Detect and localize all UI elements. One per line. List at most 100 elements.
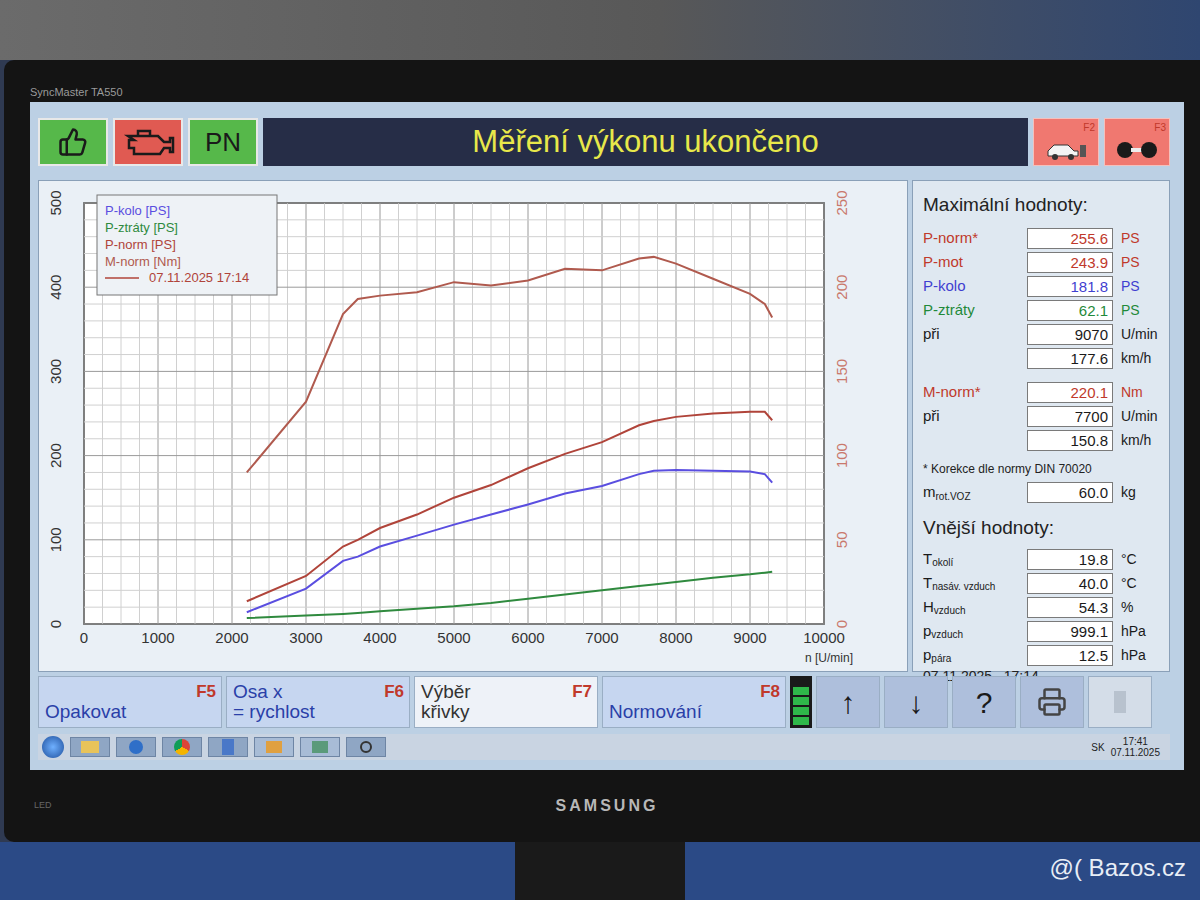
status-button[interactable] [38, 118, 108, 166]
clock-time: 17:41 [1123, 736, 1148, 747]
value-row: při9070U/min [923, 324, 1159, 346]
left-tick: 200 [47, 443, 64, 468]
value-box: 181.8 [1027, 276, 1113, 297]
monitor: SyncMaster TA550PNMěření výkonu ukončeno… [4, 60, 1200, 842]
value-row: Tokolí19.8°C [923, 548, 1159, 570]
value-row: M-norm*220.1Nm [923, 382, 1159, 404]
right-tick: 150 [833, 359, 850, 384]
x-tick: 10000 [803, 629, 845, 646]
wall [0, 0, 1200, 60]
left-tick: 500 [47, 190, 64, 215]
x-tick: 0 [80, 629, 88, 646]
value-box: 7700 [1027, 406, 1113, 427]
values-panel: Maximální hodnoty:P-norm*255.6PSP-mot243… [912, 180, 1170, 672]
value-box: 60.0 [1027, 482, 1113, 503]
ext-title: Vnější hodnoty: [923, 514, 1159, 543]
value-row: P-kolo181.8PS [923, 276, 1159, 298]
value-row: mrot.VOZ60.0kg [923, 482, 1159, 504]
svg-text:07.11.2025 17:14: 07.11.2025 17:14 [149, 270, 249, 285]
start-icon[interactable] [42, 736, 64, 758]
max-title: Maximální hodnoty: [923, 191, 1159, 220]
stand-area [0, 842, 1200, 900]
app-icon[interactable] [208, 737, 248, 757]
page: SyncMaster TA550PNMěření výkonu ukončeno… [0, 0, 1200, 900]
right-tick: 100 [833, 443, 850, 468]
left-tick: 400 [47, 275, 64, 300]
tool-button[interactable]: ↑ [816, 676, 880, 728]
level-indicator [790, 676, 812, 728]
tool-button[interactable]: ? [952, 676, 1016, 728]
value-box: 62.1 [1027, 300, 1113, 321]
tool-button[interactable] [1088, 676, 1152, 728]
tool-button[interactable] [1020, 676, 1084, 728]
series-line [247, 572, 772, 618]
corner-button[interactable]: F2 [1033, 118, 1099, 166]
value-box: 12.5 [1027, 645, 1113, 666]
monitor-brand: SAMSUNG [556, 794, 659, 818]
corner-button[interactable]: F3 [1104, 118, 1170, 166]
x-tick: 7000 [585, 629, 618, 646]
value-row: ppára12.5hPa [923, 644, 1159, 666]
value-box: 255.6 [1027, 228, 1113, 249]
power-chart: 0100200300400500050100150200250010002000… [39, 181, 905, 667]
printer-icon [1037, 687, 1067, 717]
monitor-badge: LED [34, 799, 74, 813]
left-tick: 0 [47, 620, 64, 628]
language[interactable]: SK [1091, 740, 1104, 755]
x-tick: 5000 [437, 629, 470, 646]
series-line [247, 470, 772, 612]
function-key[interactable]: F8Normování [602, 676, 786, 728]
value-box: 9070 [1027, 324, 1113, 345]
status-button[interactable]: PN [188, 118, 258, 166]
app-icon[interactable] [346, 737, 386, 757]
dyno-icon [1044, 139, 1088, 161]
right-tick: 250 [833, 190, 850, 215]
app-icon[interactable] [254, 737, 294, 757]
svg-text:P-ztráty [PS]: P-ztráty [PS] [105, 220, 178, 235]
x-tick: 4000 [363, 629, 396, 646]
value-box: 54.3 [1027, 597, 1113, 618]
monitor-stand [515, 842, 685, 900]
x-tick: 1000 [141, 629, 174, 646]
app-icon[interactable] [300, 737, 340, 757]
value-box: 999.1 [1027, 621, 1113, 642]
left-tick: 100 [47, 527, 64, 552]
header: PNMěření výkonu ukončenoF2F3 [38, 116, 1170, 168]
value-row: 150.8km/h [923, 430, 1159, 452]
function-key[interactable]: F5Opakovat [38, 676, 222, 728]
x-tick: 6000 [511, 629, 544, 646]
value-box: 150.8 [1027, 430, 1113, 451]
left-tick: 300 [47, 359, 64, 384]
browser-icon[interactable] [162, 737, 202, 757]
tool-button[interactable]: ↓ [884, 676, 948, 728]
value-row: P-mot243.9PS [923, 252, 1159, 274]
x-tick: 9000 [733, 629, 766, 646]
value-row: 177.6km/h [923, 348, 1159, 370]
value-row: při7700U/min [923, 406, 1159, 428]
value-box: 177.6 [1027, 348, 1113, 369]
monitor-model: SyncMaster TA550 [30, 84, 123, 101]
media-icon[interactable] [116, 737, 156, 757]
value-row: Tnasáv. vzduch40.0°C [923, 572, 1159, 594]
right-tick: 0 [833, 620, 850, 628]
blank-icon [1114, 691, 1126, 713]
function-key[interactable]: F6Osa x= rychlost [226, 676, 410, 728]
watermark: @( Bazos.cz [1050, 850, 1186, 886]
svg-text:P-kolo [PS]: P-kolo [PS] [105, 203, 170, 218]
main: 0100200300400500050100150200250010002000… [38, 180, 1170, 672]
taskbar: SK 17:4107.11.2025 [38, 734, 1170, 760]
function-bar: F5OpakovatF6Osa x= rychlostF7Výběrkřivky… [38, 676, 1170, 728]
series-line [247, 412, 772, 601]
value-box: 19.8 [1027, 549, 1113, 570]
function-key[interactable]: F7Výběrkřivky [414, 676, 598, 728]
right-tick: 200 [833, 275, 850, 300]
svg-text:P-norm [PS]: P-norm [PS] [105, 237, 176, 252]
status-button[interactable] [113, 118, 183, 166]
x-axis-label: n [U/min] [805, 651, 853, 665]
explorer-icon[interactable] [70, 737, 110, 757]
value-row: pvzduch999.1hPa [923, 620, 1159, 642]
x-tick: 3000 [289, 629, 322, 646]
screen: PNMěření výkonu ukončenoF2F3 0 100 200 300 40… [30, 102, 1184, 770]
clock-date: 07.11.2025 [1111, 747, 1160, 758]
legend: P-kolo [PS]P-ztráty [PS]P-norm [PS]M-nor… [97, 195, 277, 295]
